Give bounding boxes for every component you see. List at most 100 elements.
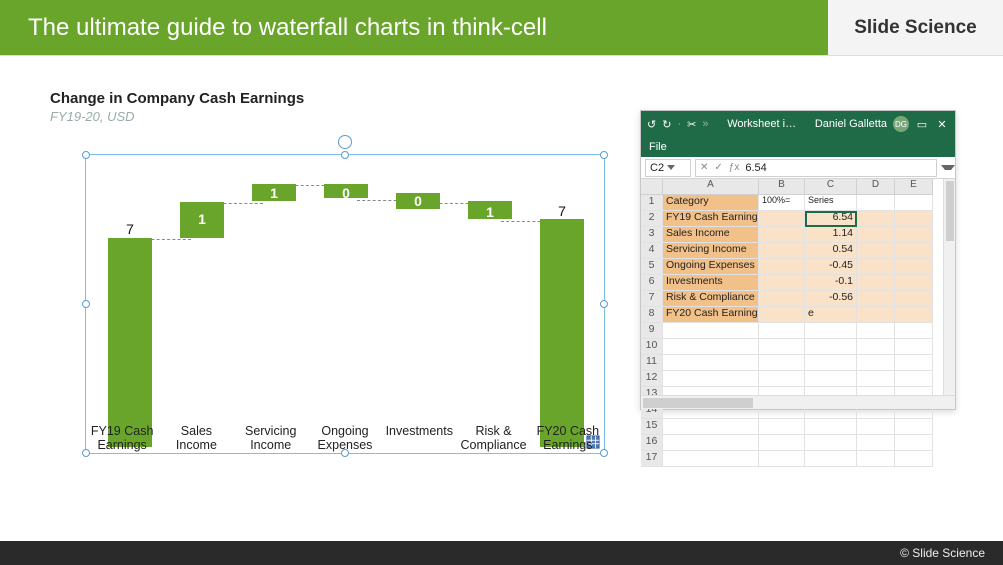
cell[interactable]: Category [663, 195, 759, 211]
cell[interactable] [805, 451, 857, 467]
resize-handle-icon[interactable] [341, 151, 349, 159]
cell[interactable]: Ongoing Expenses [663, 259, 759, 275]
row-header[interactable]: 1 [641, 195, 663, 211]
scissors-icon[interactable]: ✂ [687, 118, 696, 131]
cell[interactable] [895, 291, 933, 307]
cell[interactable] [805, 339, 857, 355]
cell[interactable] [759, 211, 805, 227]
cell[interactable] [895, 243, 933, 259]
row-header[interactable]: 11 [641, 355, 663, 371]
cell[interactable] [895, 307, 933, 323]
excel-titlebar[interactable]: ↺ ↻ · ✂ » Worksheet i… Daniel Galletta D… [641, 111, 955, 137]
cell[interactable] [857, 291, 895, 307]
cell[interactable] [759, 419, 805, 435]
file-tab[interactable]: File [641, 137, 955, 157]
cell[interactable] [857, 435, 895, 451]
chart-selection-frame[interactable]: 7 1 1 0 0 1 7 [85, 154, 605, 454]
row-header[interactable]: 3 [641, 227, 663, 243]
row-header[interactable]: 12 [641, 371, 663, 387]
cell[interactable] [805, 419, 857, 435]
cell[interactable] [857, 419, 895, 435]
col-header[interactable]: A [663, 179, 759, 195]
cell[interactable] [895, 371, 933, 387]
cell[interactable] [895, 451, 933, 467]
cell[interactable] [759, 259, 805, 275]
row-header[interactable]: 7 [641, 291, 663, 307]
cell[interactable] [759, 243, 805, 259]
cell[interactable] [805, 435, 857, 451]
scroll-thumb[interactable] [946, 181, 954, 241]
cell[interactable]: FY20 Cash Earnings [663, 307, 759, 323]
cell[interactable] [759, 227, 805, 243]
cell[interactable] [759, 307, 805, 323]
vertical-scrollbar[interactable] [943, 179, 955, 395]
redo-icon[interactable]: ↻ [662, 118, 671, 131]
cell[interactable] [895, 323, 933, 339]
cell[interactable] [759, 291, 805, 307]
cell[interactable]: -0.45 [805, 259, 857, 275]
cell[interactable] [895, 211, 933, 227]
chevron-down-icon[interactable] [941, 165, 955, 170]
avatar[interactable]: DG [893, 116, 909, 132]
resize-handle-icon[interactable] [82, 151, 90, 159]
cell[interactable] [895, 259, 933, 275]
cell[interactable]: Series [805, 195, 857, 211]
cell[interactable] [895, 275, 933, 291]
fx-icon[interactable]: ƒx [729, 162, 740, 173]
row-header[interactable]: 2 [641, 211, 663, 227]
select-all-cell[interactable] [641, 179, 663, 195]
cell[interactable] [759, 275, 805, 291]
scroll-thumb[interactable] [643, 398, 753, 408]
cell[interactable]: Sales Income [663, 227, 759, 243]
cell[interactable]: e [805, 307, 857, 323]
resize-handle-icon[interactable] [82, 300, 90, 308]
undo-icon[interactable]: ↺ [647, 118, 656, 131]
cell[interactable]: -0.56 [805, 291, 857, 307]
cell[interactable] [895, 227, 933, 243]
cell[interactable]: Investments [663, 275, 759, 291]
name-box[interactable]: C2 [645, 159, 691, 177]
cell[interactable] [895, 435, 933, 451]
cell[interactable] [663, 435, 759, 451]
row-header[interactable]: 4 [641, 243, 663, 259]
row-header[interactable]: 17 [641, 451, 663, 467]
cell[interactable] [857, 243, 895, 259]
cell[interactable] [857, 211, 895, 227]
cell[interactable] [857, 339, 895, 355]
cell[interactable] [857, 371, 895, 387]
cell[interactable] [857, 259, 895, 275]
cell[interactable] [663, 371, 759, 387]
cell[interactable] [805, 323, 857, 339]
cell[interactable] [663, 323, 759, 339]
cell[interactable] [759, 435, 805, 451]
row-header[interactable]: 10 [641, 339, 663, 355]
row-header[interactable]: 9 [641, 323, 663, 339]
rotate-handle-icon[interactable] [338, 135, 352, 149]
cell[interactable] [895, 419, 933, 435]
cell[interactable] [805, 371, 857, 387]
cell[interactable] [759, 371, 805, 387]
cell[interactable]: 6.54 [805, 211, 857, 227]
cell[interactable] [759, 451, 805, 467]
col-header[interactable]: D [857, 179, 895, 195]
row-header[interactable]: 15 [641, 419, 663, 435]
cell[interactable] [663, 339, 759, 355]
row-header[interactable]: 16 [641, 435, 663, 451]
chevron-down-icon[interactable] [667, 165, 675, 170]
cell[interactable] [759, 355, 805, 371]
cell[interactable] [895, 195, 933, 211]
cell[interactable] [895, 355, 933, 371]
resize-handle-icon[interactable] [600, 151, 608, 159]
cell[interactable]: FY19 Cash Earnings [663, 211, 759, 227]
cell[interactable]: 1.14 [805, 227, 857, 243]
cell[interactable] [857, 275, 895, 291]
waterfall-plot[interactable]: 7 1 1 0 0 1 7 [94, 161, 596, 447]
waterfall-bar[interactable] [540, 219, 584, 447]
col-header[interactable]: E [895, 179, 933, 195]
cell[interactable] [857, 451, 895, 467]
cell[interactable]: Servicing Income [663, 243, 759, 259]
row-header[interactable]: 5 [641, 259, 663, 275]
cell[interactable]: 100%= [759, 195, 805, 211]
row-header[interactable]: 6 [641, 275, 663, 291]
spreadsheet-grid[interactable]: A B C D E 1Category100%=Series2FY19 Cash… [641, 179, 955, 467]
